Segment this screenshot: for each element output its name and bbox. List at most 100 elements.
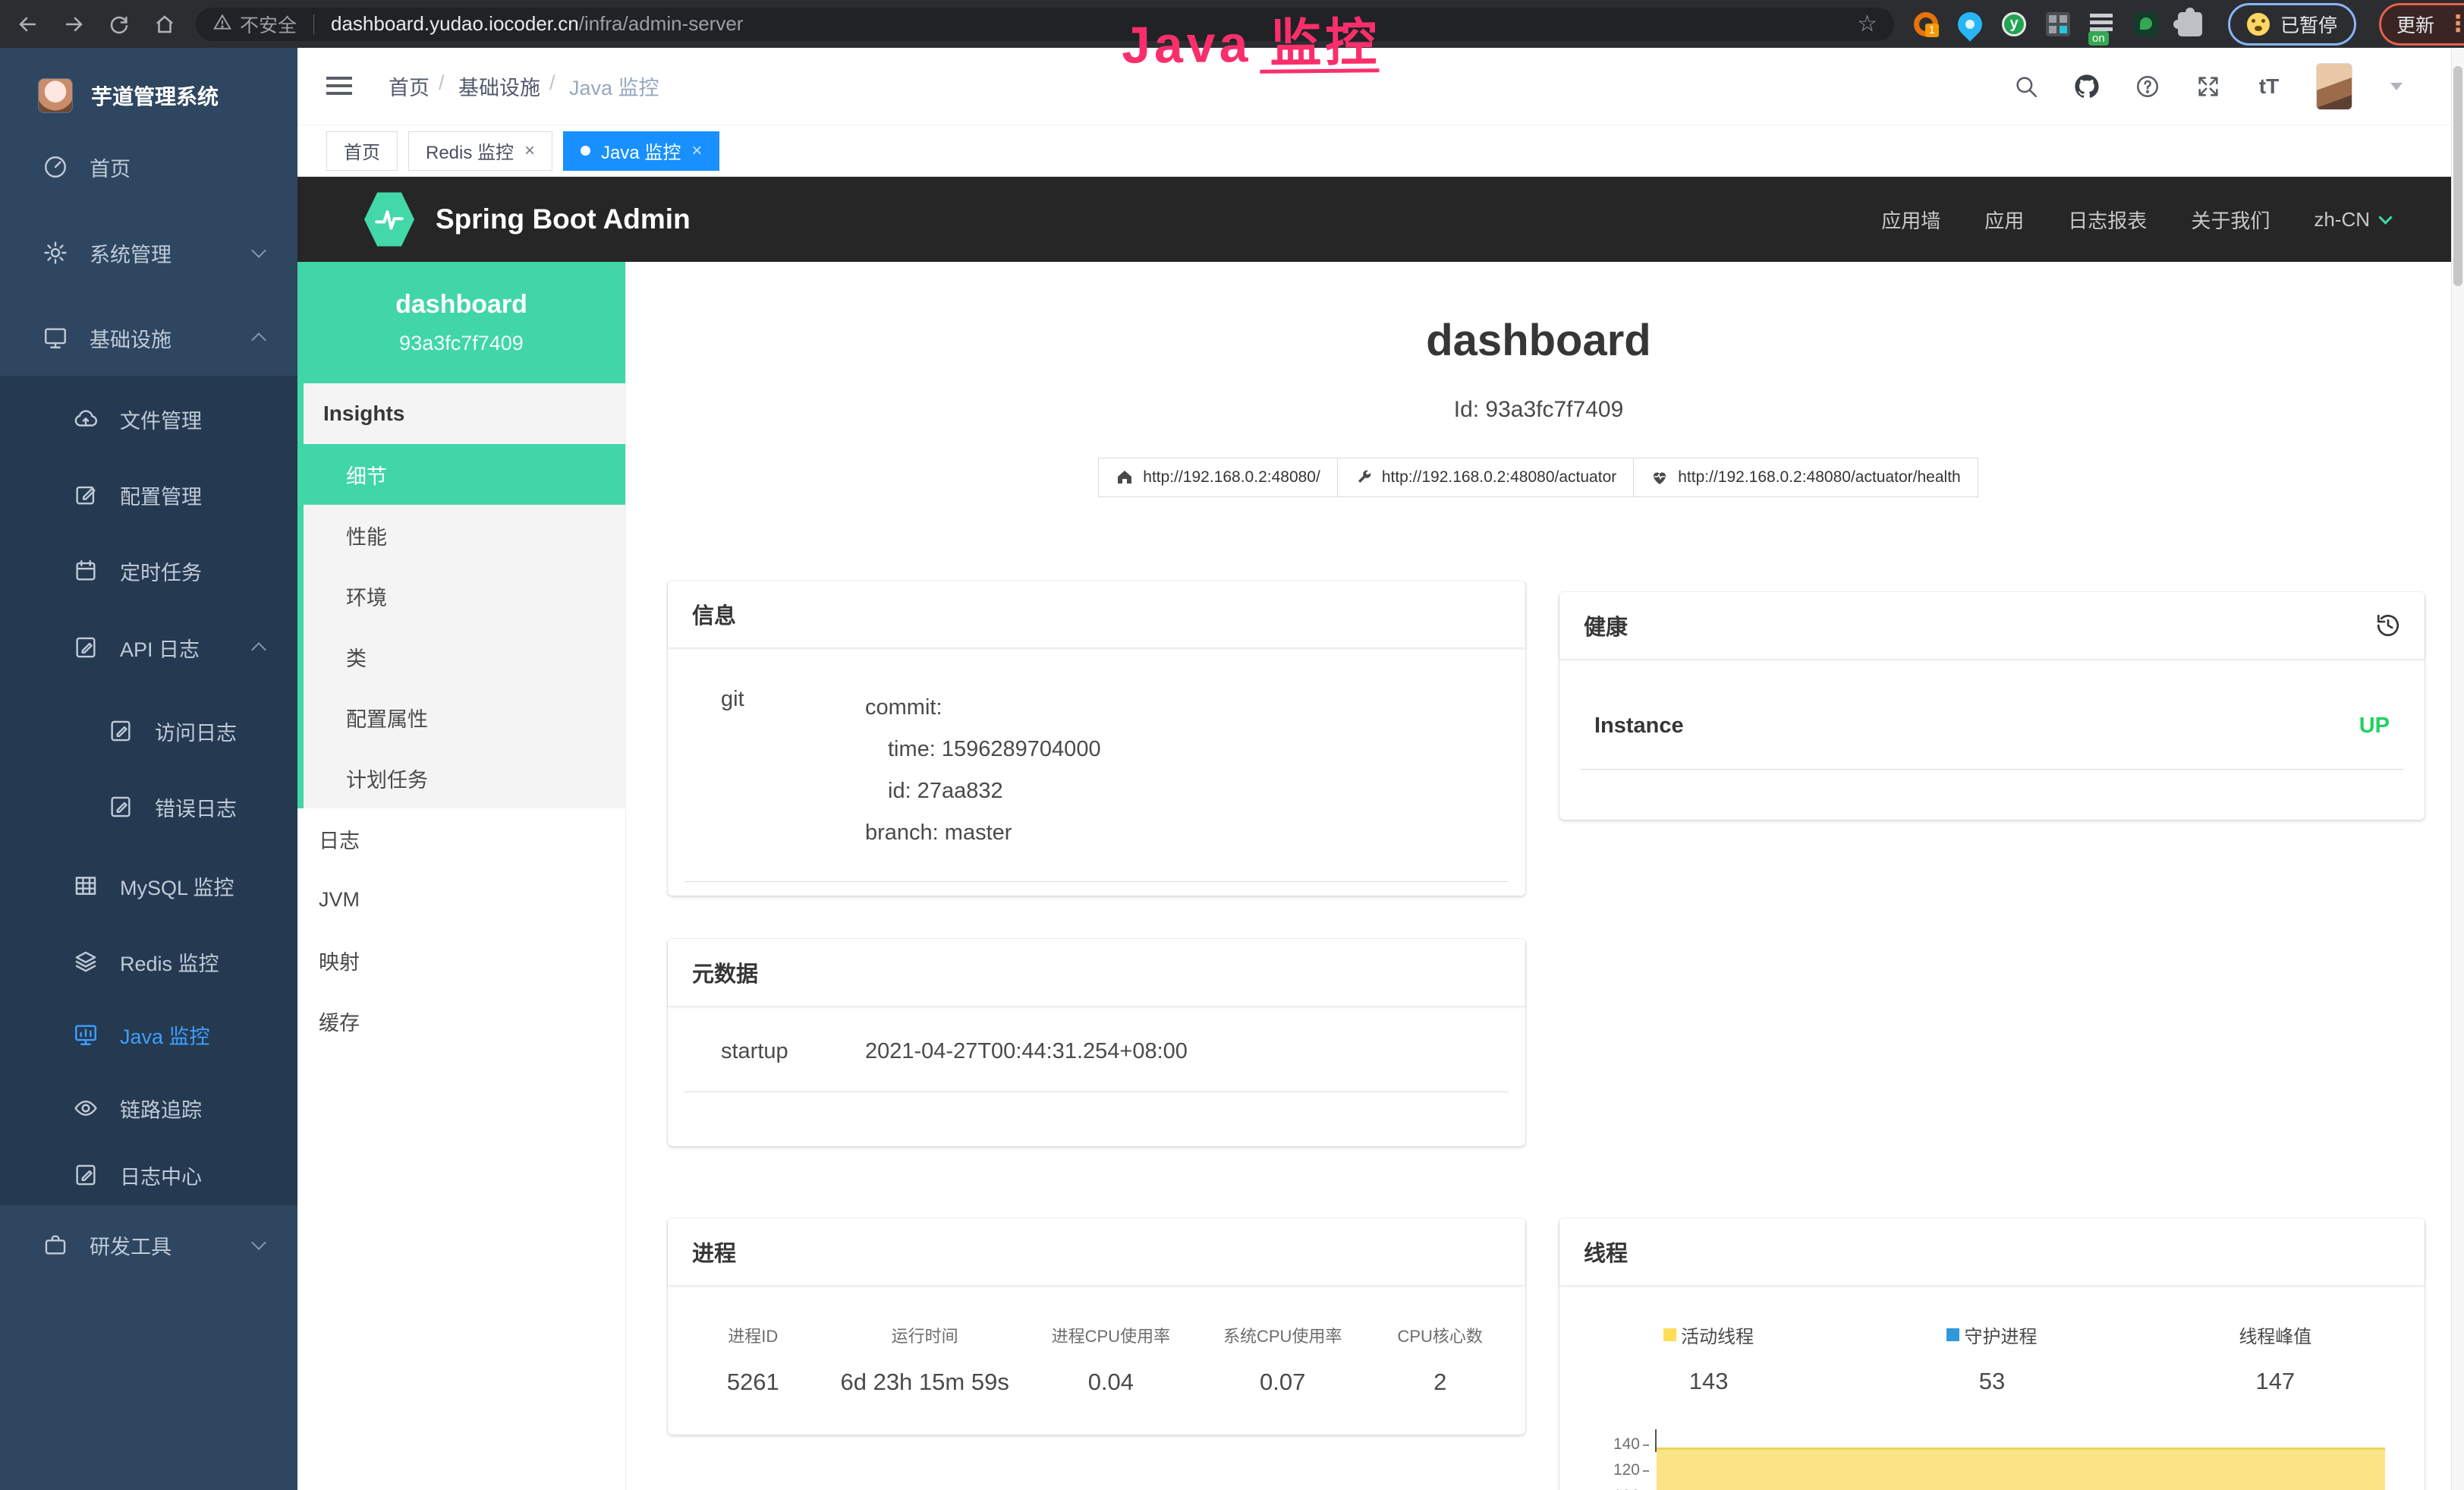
sidebar-item-java-monitor[interactable]: Java 监控 xyxy=(0,1003,297,1066)
search-icon[interactable] xyxy=(2012,73,2040,100)
sidebar-item-access-logs[interactable]: 访问日志 xyxy=(0,699,297,763)
sidebar-item-config-management[interactable]: 配置管理 xyxy=(0,463,297,527)
app-logo-row[interactable]: 芋道管理系统 xyxy=(0,48,297,143)
endpoint-home-button[interactable]: http://192.168.0.2:48080/ xyxy=(1098,458,1338,497)
history-icon[interactable] xyxy=(2374,612,2402,639)
sba-menu-caches[interactable]: 缓存 xyxy=(297,991,625,1051)
paused-badge[interactable]: 已暂停 xyxy=(2228,3,2356,46)
back-icon[interactable] xyxy=(11,7,46,42)
metadata-row: startup 2021-04-27T00:44:31.254+08:00 xyxy=(684,1006,1509,1092)
sba-nav-wallboard[interactable]: 应用墙 xyxy=(1881,206,1940,234)
address-bar[interactable]: 不安全 dashboard.yudao.iocoder.cn /infra/ad… xyxy=(196,8,1894,41)
insights-group: Insights 细节 性能 环境 类 配置属性 计划任务 xyxy=(297,383,625,808)
chevron-down-icon xyxy=(251,243,266,258)
tab-home[interactable]: 首页 xyxy=(326,131,398,171)
fullscreen-icon[interactable] xyxy=(2195,73,2222,100)
page-title: dashboard xyxy=(626,315,2451,366)
extension-switch-icon[interactable]: on xyxy=(2090,12,2114,36)
sidebar-item-api-logs[interactable]: API 日志 xyxy=(0,616,297,679)
sba-menu-scheduled[interactable]: 计划任务 xyxy=(304,748,625,808)
sba-menu-jvm[interactable]: JVM xyxy=(297,869,625,930)
metadata-card-title: 元数据 xyxy=(668,939,1525,1006)
update-label: 更新 xyxy=(2396,11,2434,38)
sidebar-item-error-logs[interactable]: 错误日志 xyxy=(0,775,297,839)
sidebar-item-trace[interactable]: 链路追踪 xyxy=(0,1076,297,1140)
sba-menu-classes[interactable]: 类 xyxy=(304,626,625,687)
breadcrumb-infrastructure[interactable]: 基础设施 xyxy=(458,71,540,101)
process-col-pid: 进程ID 5261 xyxy=(681,1323,825,1396)
process-table: 进程ID 5261 运行时间 6d 23h 15m 59s 进程CPU使用率 0… xyxy=(668,1285,1525,1396)
help-icon[interactable] xyxy=(2134,73,2161,100)
sidebar-item-scheduled-tasks[interactable]: 定时任务 xyxy=(0,539,297,603)
sidebar-item-dev-tools[interactable]: 研发工具 xyxy=(0,1213,297,1277)
security-label[interactable]: 不安全 xyxy=(240,11,297,38)
close-icon[interactable] xyxy=(691,142,702,160)
dashboard-gauge-icon xyxy=(42,154,68,180)
sba-menu-config-props[interactable]: 配置属性 xyxy=(304,687,625,748)
url-divider xyxy=(313,14,314,34)
close-icon[interactable] xyxy=(524,142,535,160)
info-values: commit: time: 1596289704000 id: 27aa832 … xyxy=(865,687,1101,854)
reload-icon[interactable] xyxy=(102,7,137,42)
page-scrollbar[interactable] xyxy=(2451,48,2464,1490)
log-notebook-icon xyxy=(73,1162,99,1188)
extensions-puzzle-icon[interactable] xyxy=(2178,12,2202,36)
update-button[interactable]: 更新 xyxy=(2379,3,2464,46)
home-icon xyxy=(1116,468,1134,487)
insecure-warning-icon[interactable] xyxy=(212,12,232,36)
font-size-icon[interactable] xyxy=(2255,73,2283,100)
breadcrumb-home[interactable]: 首页 xyxy=(389,71,430,101)
sidebar-item-redis-monitor[interactable]: Redis 监控 xyxy=(0,930,297,994)
browser-menu-dots-icon[interactable] xyxy=(2447,11,2464,37)
chevron-up-icon xyxy=(251,642,266,657)
sidebar-item-log-center[interactable]: 日志中心 xyxy=(0,1143,297,1207)
sba-nav-applications[interactable]: 应用 xyxy=(1984,206,2024,234)
bookmark-star-icon[interactable] xyxy=(1857,11,1877,37)
endpoint-actuator-button[interactable]: http://192.168.0.2:48080/actuator xyxy=(1337,458,1634,497)
url-path[interactable]: /infra/admin-server xyxy=(579,12,744,36)
extension-orange-icon[interactable]: 1 xyxy=(1914,12,1938,36)
health-card-title: 健康 xyxy=(1584,610,1628,641)
avatar-caret-icon[interactable] xyxy=(2390,83,2403,90)
endpoint-health-button[interactable]: http://192.168.0.2:48080/actuator/health xyxy=(1633,458,1978,497)
sba-menu-logs[interactable]: 日志 xyxy=(297,808,625,869)
forward-icon[interactable] xyxy=(56,7,91,42)
sba-locale-select[interactable]: zh-CN xyxy=(2314,208,2390,232)
legend-peak-threads: 线程峰值 147 xyxy=(2134,1321,2417,1395)
calendar-icon xyxy=(73,558,99,584)
extension-grid-icon[interactable] xyxy=(2046,12,2070,36)
chevron-up-icon xyxy=(251,332,266,348)
briefcase-icon xyxy=(42,1232,68,1258)
sidebar-item-home[interactable]: 首页 xyxy=(0,135,297,199)
extension-leaf-icon[interactable] xyxy=(2134,12,2158,36)
sidebar-item-infrastructure[interactable]: 基础设施 xyxy=(0,306,297,370)
github-icon[interactable] xyxy=(2073,73,2101,100)
health-instance-row[interactable]: Instance UP xyxy=(1581,659,2403,770)
threads-chart: 140 120 100 xyxy=(1590,1440,2385,1490)
home-icon[interactable] xyxy=(147,7,182,42)
tab-java-monitor[interactable]: Java 监控 xyxy=(563,131,719,171)
sba-menu-details[interactable]: 细节 xyxy=(304,444,625,505)
sba-brand-title[interactable]: Spring Boot Admin xyxy=(436,203,691,235)
spring-boot-admin-logo[interactable] xyxy=(364,191,414,247)
instance-header[interactable]: dashboard 93a3fc7f7409 xyxy=(297,262,625,383)
legend-blue-swatch xyxy=(1946,1328,1959,1341)
scrollbar-thumb[interactable] xyxy=(2453,66,2462,286)
tab-redis-monitor[interactable]: Redis 监控 xyxy=(408,131,552,171)
sba-nav-journal[interactable]: 日志报表 xyxy=(2068,206,2147,234)
sidebar-item-mysql-monitor[interactable]: MySQL 监控 xyxy=(0,854,297,918)
extension-pin-icon[interactable] xyxy=(1953,7,1987,41)
sba-menu-mappings[interactable]: 映射 xyxy=(297,930,625,991)
sba-header: Spring Boot Admin 应用墙 应用 日志报表 关于我们 zh-CN xyxy=(297,177,2451,262)
sba-menu-environment[interactable]: 环境 xyxy=(304,565,625,626)
user-avatar[interactable] xyxy=(2316,63,2352,110)
metadata-value: 2021-04-27T00:44:31.254+08:00 xyxy=(865,1039,1188,1064)
hamburger-icon[interactable] xyxy=(326,77,352,96)
sidebar-item-file-management[interactable]: 文件管理 xyxy=(0,387,297,451)
sidebar-item-system-management[interactable]: 系统管理 xyxy=(0,221,297,285)
extension-y-icon[interactable]: y xyxy=(2002,12,2026,36)
sba-nav-about[interactable]: 关于我们 xyxy=(2191,206,2270,234)
sba-menu-performance[interactable]: 性能 xyxy=(304,505,625,565)
log-notebook-icon xyxy=(108,794,134,820)
url-host[interactable]: dashboard.yudao.iocoder.cn xyxy=(331,12,579,36)
